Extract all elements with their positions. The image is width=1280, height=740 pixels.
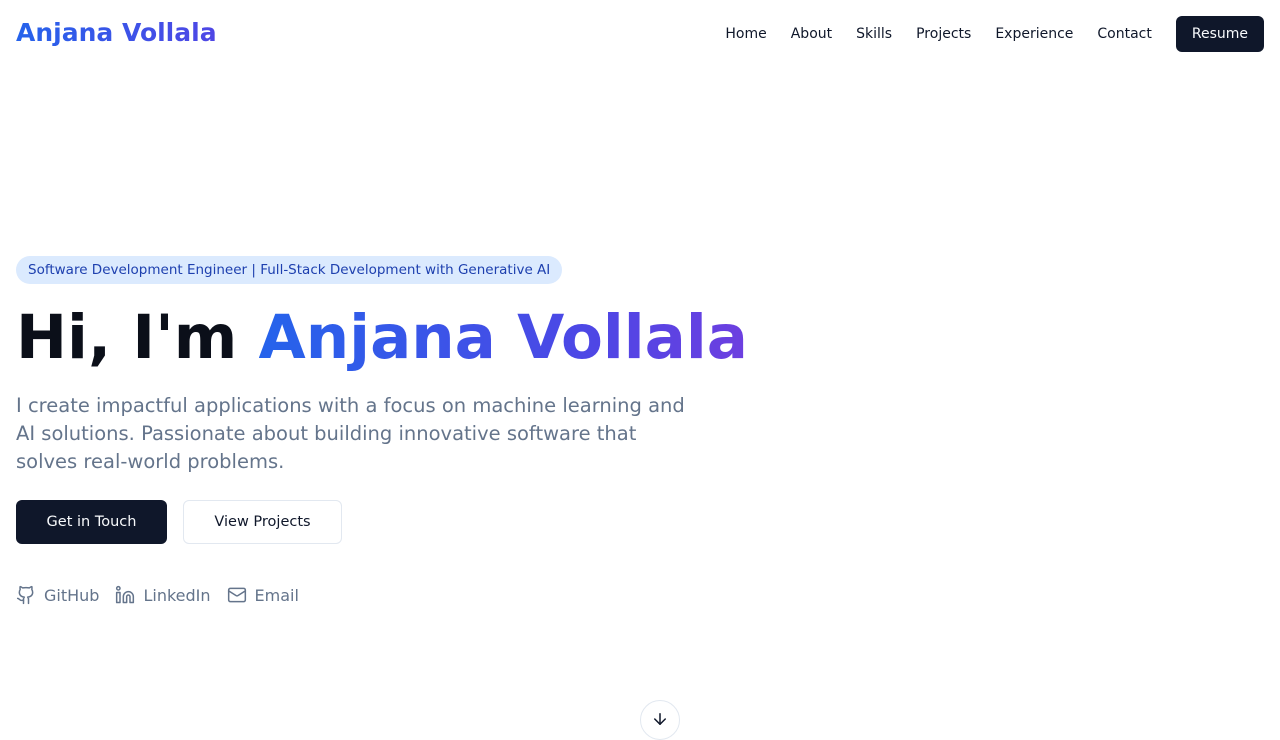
github-icon xyxy=(16,585,34,605)
hero-greeting: Hi, I'm xyxy=(16,302,259,373)
scroll-down-button[interactable] xyxy=(640,700,680,740)
mail-icon xyxy=(227,587,246,603)
linkedin-label: LinkedIn xyxy=(143,585,211,605)
nav-link-about[interactable]: About xyxy=(791,16,832,52)
hero-title: Hi, I'm Anjana Vollala xyxy=(16,300,748,376)
role-badge: Software Development Engineer | Full-Sta… xyxy=(16,256,563,284)
site-logo[interactable]: Anjana Vollala xyxy=(16,17,217,49)
github-link[interactable]: GitHub xyxy=(16,585,99,605)
resume-button[interactable]: Resume xyxy=(1175,16,1264,52)
hero-description: I create impactful applications with a f… xyxy=(16,394,685,473)
social-links: GitHub LinkedIn Email xyxy=(16,583,315,607)
nav-link-experience[interactable]: Experience xyxy=(995,16,1073,52)
nav-link-projects[interactable]: Projects xyxy=(916,16,971,52)
nav-link-contact[interactable]: Contact xyxy=(1097,16,1151,52)
main-nav: Home About Skills Projects Experience Co… xyxy=(725,16,1264,52)
site-header: Anjana Vollala Home About Skills Project… xyxy=(0,0,1280,68)
arrow-down-icon xyxy=(654,713,666,725)
nav-link-home[interactable]: Home xyxy=(725,16,766,52)
hero-name: Anjana Vollala xyxy=(258,302,748,373)
linkedin-link[interactable]: LinkedIn xyxy=(115,585,211,605)
nav-link-skills[interactable]: Skills xyxy=(856,16,892,52)
github-label: GitHub xyxy=(44,585,100,605)
email-link[interactable]: Email xyxy=(227,585,299,605)
view-projects-button[interactable]: View Projects xyxy=(183,500,342,544)
email-label: Email xyxy=(254,585,299,605)
hero-actions: Get in Touch View Projects xyxy=(16,500,342,544)
get-in-touch-button[interactable]: Get in Touch xyxy=(16,500,167,544)
linkedin-icon xyxy=(116,585,135,604)
